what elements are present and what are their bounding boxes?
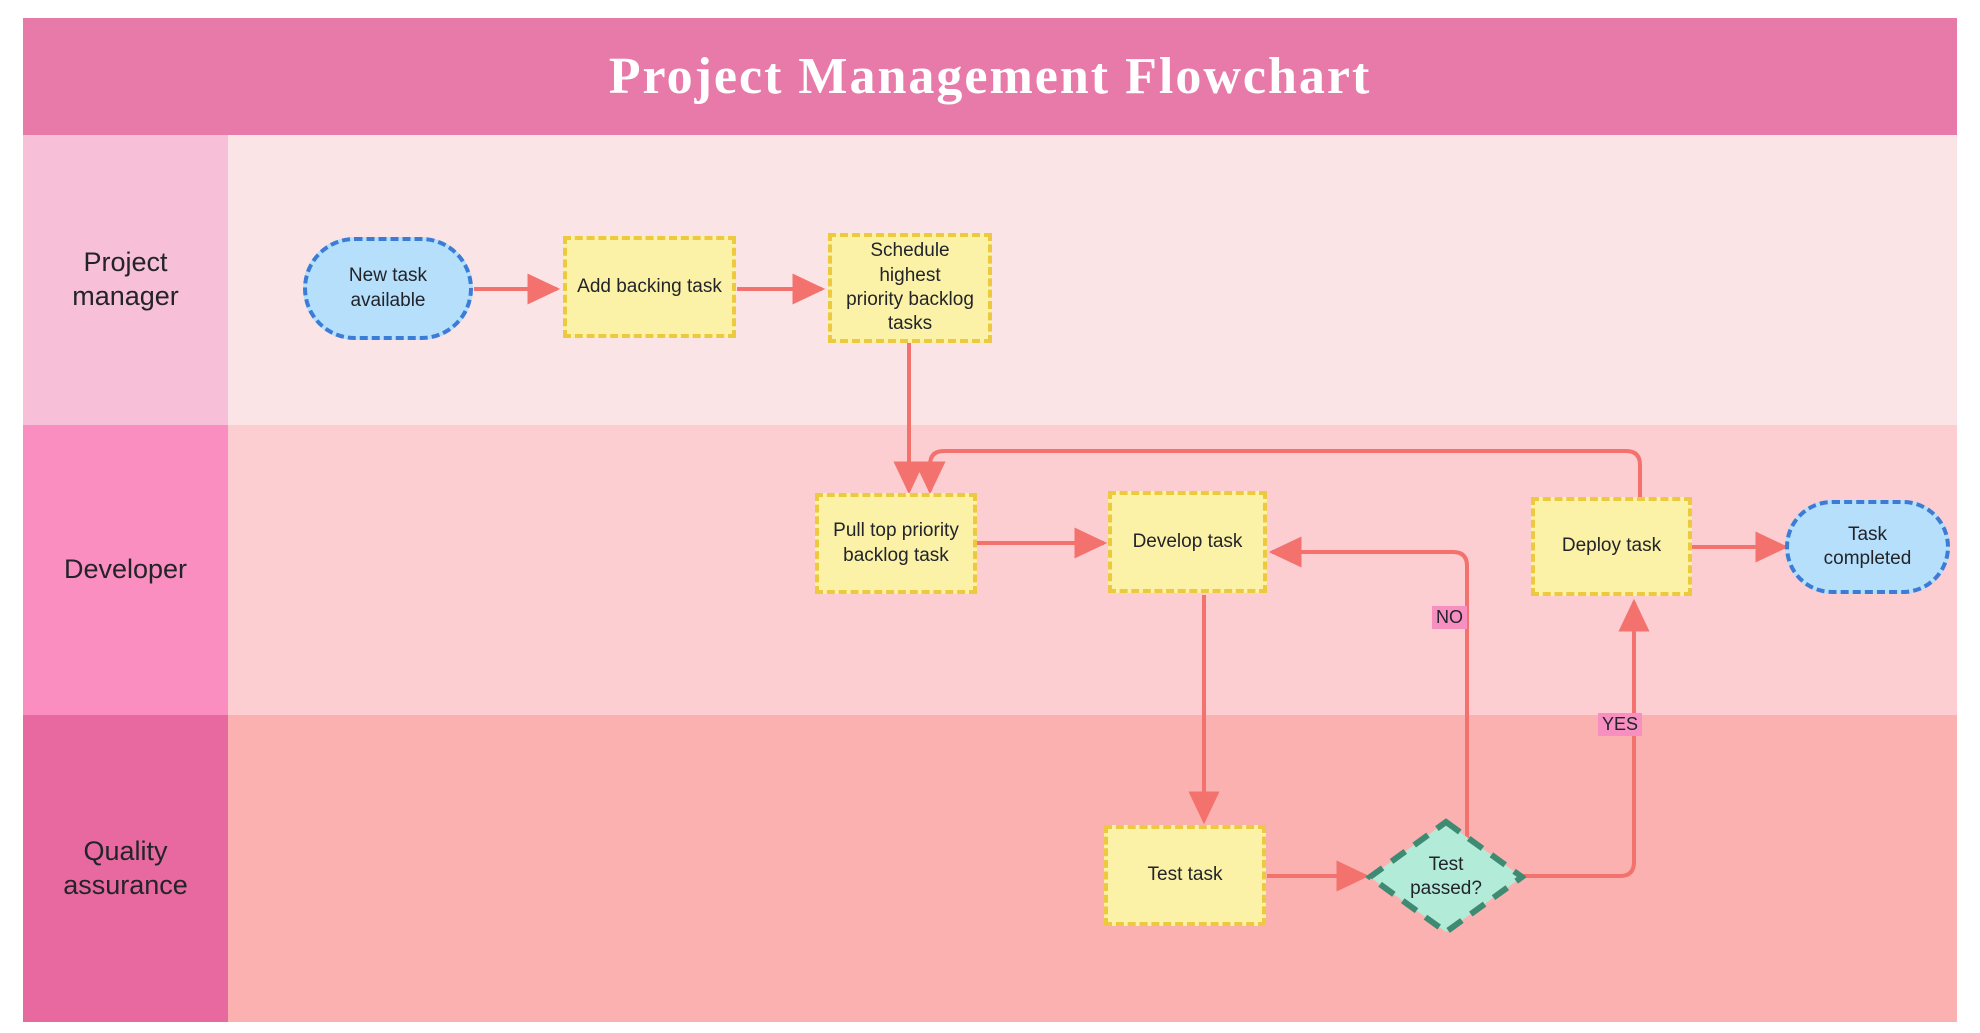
node-add-backing-task[interactable]: Add backing task [563, 236, 736, 338]
node-schedule-highest-priority-backlog-tasks[interactable]: Schedule highest priority backlog tasks [828, 233, 992, 343]
node-label: Pull top priority backlog task [833, 520, 959, 566]
swimlane-label-quality-assurance: Quality assurance [23, 715, 228, 1022]
node-deploy-task[interactable]: Deploy task [1531, 497, 1692, 596]
swimlane-quality-assurance: Quality assurance [23, 715, 1957, 1022]
node-label: Add backing task [577, 275, 722, 297]
node-new-task-available[interactable]: New task available [303, 237, 473, 340]
node-label: Schedule highest priority backlog tasks [846, 240, 974, 335]
node-develop-task[interactable]: Develop task [1108, 491, 1267, 593]
node-label: New task available [348, 265, 428, 311]
edge-label-yes: YES [1598, 713, 1643, 736]
title-bar: Project Management Flowchart [23, 18, 1957, 135]
node-label: Task completed [1823, 523, 1912, 569]
swimlane-body-project-manager [228, 135, 1957, 425]
node-test-passed[interactable]: Test passed? [1366, 818, 1526, 936]
node-label: Test task [1147, 864, 1223, 886]
swimlane-label-developer: Developer [23, 425, 228, 715]
node-label: Develop task [1132, 530, 1243, 552]
swimlane-body-developer [228, 425, 1957, 715]
page-title: Project Management Flowchart [608, 48, 1372, 105]
node-task-completed[interactable]: Task completed [1785, 500, 1950, 594]
node-pull-top-priority-backlog-task[interactable]: Pull top priority backlog task [815, 493, 977, 594]
edge-label-no: NO [1432, 606, 1467, 629]
node-label: Test passed? [1410, 853, 1482, 899]
swimlane-body-quality-assurance [228, 715, 1957, 1022]
swimlane-label-project-manager: Project manager [23, 135, 228, 425]
flowchart-canvas: Project Management Flowchart Project man… [0, 0, 1980, 1033]
node-test-task[interactable]: Test task [1104, 825, 1266, 926]
node-label: Deploy task [1561, 535, 1662, 557]
